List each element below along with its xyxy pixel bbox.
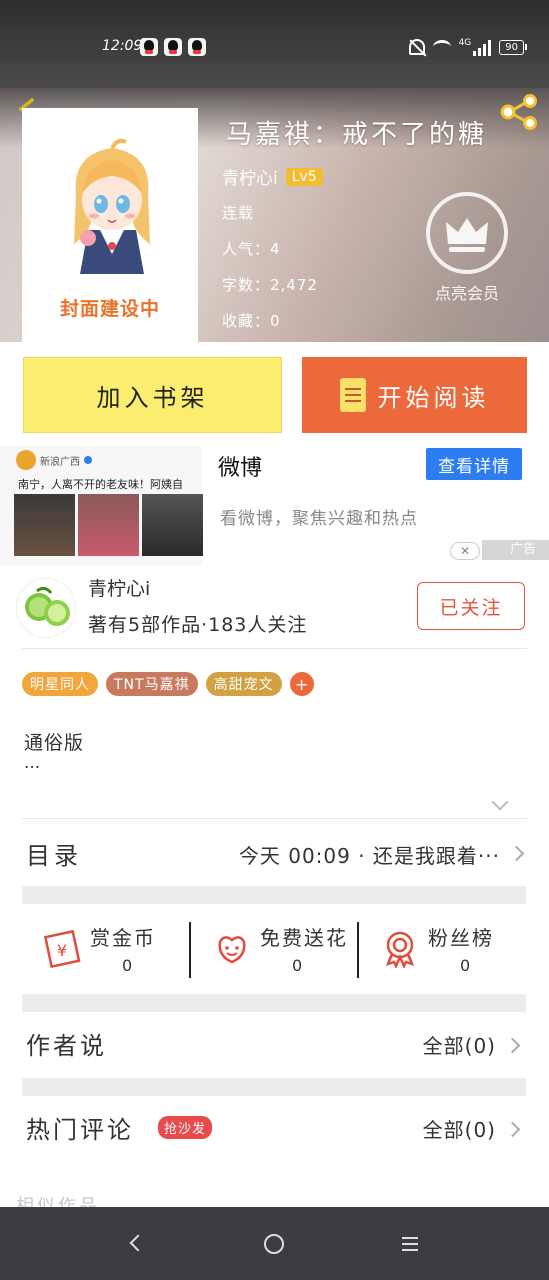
send-flower-button[interactable]: 免费送花 0 — [192, 918, 360, 978]
author-card[interactable]: 青柠心i 著有5部作品·183人关注 已关注 — [0, 566, 549, 648]
book-icon — [339, 378, 366, 412]
flower-icon — [218, 936, 246, 964]
svg-text:¥: ¥ — [57, 941, 67, 960]
ad-thumbnail — [14, 494, 75, 556]
reward-bar: ¥ 赏金币 0 免费送花 0 粉丝榜 0 — [22, 904, 526, 994]
tip-coins-button[interactable]: ¥ 赏金币 0 — [22, 918, 190, 978]
fan-ranking-label: 粉丝榜 — [428, 926, 494, 950]
fan-ranking-button[interactable]: 粉丝榜 0 — [360, 918, 528, 978]
nav-back-icon[interactable] — [129, 1234, 147, 1252]
vip-label: 点亮会员 — [434, 284, 499, 303]
chevron-right-icon — [508, 845, 525, 862]
grab-sofa-badge[interactable]: 抢沙发 — [158, 1116, 213, 1139]
book-status: 连载 — [222, 204, 255, 222]
tag-list: 明星同人 TNT马嘉祺 高甜宠文 + — [22, 672, 314, 696]
author-avatar[interactable] — [16, 578, 76, 638]
section-separator — [22, 886, 526, 904]
book-intro: 通俗版 — [24, 732, 85, 754]
chevron-right-icon — [504, 1121, 521, 1138]
red-envelope-icon: ¥ — [43, 929, 81, 968]
book-favorites: 收藏：0 — [222, 312, 281, 330]
ad-close-icon[interactable]: ✕ — [450, 542, 480, 560]
share-icon[interactable] — [499, 94, 539, 130]
catalog-row[interactable]: 目录 今天 00:09 · 还是我跟着··· — [22, 820, 526, 886]
expand-intro-chevron-icon[interactable] — [491, 793, 509, 811]
author-says-row[interactable]: 作者说 全部(0) — [22, 1012, 526, 1078]
ad-source-name: 新浪广西 — [40, 456, 80, 468]
hot-comments-label: 热门评论 — [26, 1116, 134, 1144]
book-cover[interactable]: 封面建设中 — [22, 108, 198, 342]
medal-icon — [385, 931, 415, 968]
add-to-shelf-button[interactable]: 加入书架 — [23, 357, 282, 433]
mute-bell-icon — [408, 39, 425, 55]
start-reading-button[interactable]: 开始阅读 — [302, 357, 527, 433]
fan-ranking-value: 0 — [460, 956, 471, 975]
tag-chip[interactable]: TNT马嘉祺 — [106, 672, 198, 696]
divider — [22, 648, 527, 649]
ad-source-logo — [16, 450, 36, 470]
author-says-label: 作者说 — [26, 1032, 107, 1060]
qq-notification-icon — [140, 38, 158, 56]
catalog-label: 目录 — [26, 842, 82, 870]
author-name[interactable]: 青柠心i — [88, 574, 150, 601]
ad-media[interactable]: 新浪广西 南宁，人离不开的老友味！阿姨自创... — [0, 446, 203, 566]
system-nav-bar — [0, 1207, 549, 1280]
cover-placeholder-text: 封面建设中 — [59, 298, 160, 320]
latest-chapter: 今天 00:09 · 还是我跟着··· — [238, 844, 500, 868]
vip-member-button[interactable]: 点亮会员 — [426, 192, 508, 304]
hot-comments-row[interactable]: 热门评论 抢沙发 全部(0) — [22, 1096, 526, 1162]
status-time: 12:09 — [102, 38, 143, 54]
divider — [357, 922, 359, 978]
intro-ellipsis: ··· — [24, 758, 41, 778]
book-popularity: 人气：4 — [222, 240, 281, 258]
author-level-badge: Lv5 — [285, 167, 323, 186]
author-says-all: 全部(0) — [422, 1034, 496, 1058]
ad-thumbnail — [78, 494, 139, 556]
tip-coins-value: 0 — [122, 956, 133, 975]
ad-brand: 微博 — [218, 456, 263, 481]
followed-button[interactable]: 已关注 — [417, 582, 525, 630]
tag-chip[interactable]: 高甜宠文 — [205, 672, 282, 696]
ad-label: 广告 — [482, 540, 549, 560]
section-separator — [22, 994, 526, 1012]
ad-view-details-button[interactable]: 查看详情 — [426, 448, 522, 480]
divider — [189, 922, 191, 978]
status-icons: 4G 90 — [408, 38, 527, 56]
network-type: 4G — [458, 38, 472, 48]
book-word-count: 字数：2,472 — [222, 276, 318, 294]
nav-home-icon[interactable] — [264, 1234, 284, 1254]
divider — [22, 818, 527, 819]
qq-notification-icon — [188, 38, 206, 56]
hot-comments-all: 全部(0) — [422, 1118, 496, 1142]
start-reading-label: 开始阅读 — [377, 383, 490, 412]
section-separator — [22, 1078, 526, 1096]
battery-tip — [525, 44, 527, 50]
ad-thumbnails — [14, 494, 203, 556]
ad-description: 看微博，聚焦兴趣和热点 — [220, 509, 418, 529]
battery-icon: 90 — [499, 39, 524, 55]
send-flower-value: 0 — [292, 956, 303, 975]
ad-thumbnail — [142, 494, 203, 556]
book-author-name[interactable]: 青柠心i — [222, 164, 278, 189]
qq-notification-icon — [164, 38, 182, 56]
tip-coins-label: 赏金币 — [90, 926, 156, 950]
add-tag-button[interactable]: + — [289, 672, 314, 696]
wifi-icon — [432, 40, 451, 54]
ad-source: 新浪广西 — [16, 450, 92, 470]
status-bar: 12:09 4G 90 — [0, 0, 549, 88]
book-author-row[interactable]: 青柠心i Lv5 — [222, 164, 323, 189]
tag-chip[interactable]: 明星同人 — [22, 672, 98, 696]
ad-banner[interactable]: 新浪广西 南宁，人离不开的老友味！阿姨自创... 微博 查看详情 看微博，聚焦兴… — [0, 446, 549, 566]
verified-icon — [84, 456, 92, 464]
nav-menu-icon[interactable] — [402, 1237, 418, 1255]
book-title: 马嘉祺：戒不了的糖 — [226, 120, 488, 150]
chevron-right-icon — [504, 1037, 521, 1054]
author-stats: 著有5部作品·183人关注 — [88, 614, 308, 636]
cell-signal: 4G — [459, 38, 492, 56]
crown-icon — [426, 192, 508, 274]
anime-girl-illustration — [74, 138, 150, 274]
send-flower-label: 免费送花 — [260, 926, 348, 950]
book-header: 封面建设中 马嘉祺：戒不了的糖 青柠心i Lv5 连载 人气：4 字数：2,47… — [0, 88, 549, 342]
signal-icon — [473, 40, 492, 56]
